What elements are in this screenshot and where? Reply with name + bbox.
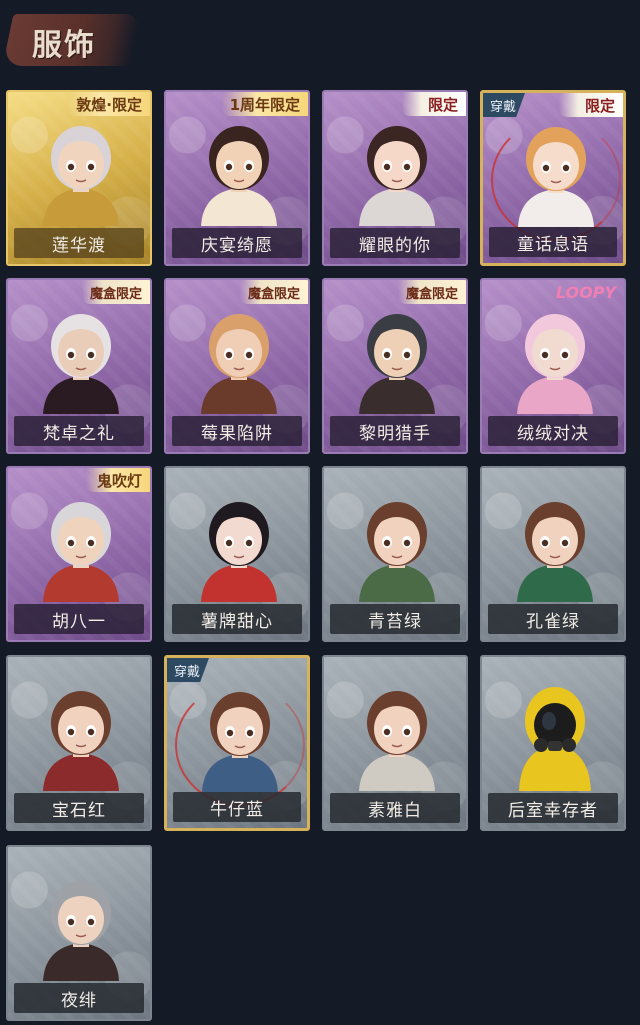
costume-name: 莓果陷阱: [172, 416, 302, 446]
costume-name: 夜绯: [14, 983, 144, 1013]
costume-card[interactable]: 青苔绿: [322, 466, 468, 642]
character-portrait-icon: [43, 126, 119, 226]
costume-name: 莲华渡: [14, 228, 144, 258]
costume-card[interactable]: 敦煌·限定莲华渡: [6, 90, 152, 266]
character-portrait-icon: [201, 502, 277, 602]
costume-name: 青苔绿: [330, 604, 460, 634]
costume-name: 童话息语: [489, 227, 617, 257]
limited-badge: 限定: [559, 93, 623, 117]
character-portrait-icon: [359, 691, 435, 791]
costume-card[interactable]: 后室幸存者: [480, 655, 626, 831]
limited-badge: 敦煌·限定: [68, 92, 150, 116]
character-portrait-icon: [517, 502, 593, 602]
costume-card[interactable]: 鬼吹灯胡八一: [6, 466, 152, 642]
limited-badge: 限定: [402, 92, 466, 116]
equipped-ring-decoration: [175, 684, 305, 806]
costume-card[interactable]: LOOPY 绒绒对决: [480, 278, 626, 454]
character-portrait-icon: [43, 314, 119, 414]
costume-name: 耀眼的你: [330, 228, 460, 258]
costume-card[interactable]: 魔盒限定黎明猎手: [322, 278, 468, 454]
equipped-ring-decoration: [491, 119, 621, 241]
costume-card[interactable]: 魔盒限定莓果陷阱: [164, 278, 310, 454]
costume-name: 牛仔蓝: [173, 792, 301, 822]
character-portrait-icon: [43, 881, 119, 981]
character-portrait-icon: [201, 314, 277, 414]
limited-badge: 1周年限定: [221, 92, 308, 116]
costume-name: 素雅白: [330, 793, 460, 823]
costume-card[interactable]: 孔雀绿: [480, 466, 626, 642]
character-portrait-icon: [43, 691, 119, 791]
costume-name: 薯牌甜心: [172, 604, 302, 634]
costume-name: 孔雀绿: [488, 604, 618, 634]
costume-name: 后室幸存者: [488, 793, 618, 823]
costume-card[interactable]: 素雅白: [322, 655, 468, 831]
costume-card[interactable]: 夜绯: [6, 845, 152, 1021]
costume-name: 宝石红: [14, 793, 144, 823]
costume-card[interactable]: 宝石红: [6, 655, 152, 831]
costume-card[interactable]: 限定耀眼的你: [322, 90, 468, 266]
hazmat-suit-icon: [519, 687, 591, 791]
limited-badge: 魔盒限定: [239, 280, 308, 304]
costume-card[interactable]: 薯牌甜心: [164, 466, 310, 642]
limited-badge: LOOPY: [555, 282, 616, 302]
costume-name: 绒绒对决: [488, 416, 618, 446]
costume-name: 梵卓之礼: [14, 416, 144, 446]
character-portrait-icon: [201, 126, 277, 226]
character-portrait-icon: [43, 502, 119, 602]
character-portrait-icon: [359, 314, 435, 414]
limited-badge: 魔盒限定: [397, 280, 466, 304]
costume-card[interactable]: 魔盒限定梵卓之礼: [6, 278, 152, 454]
limited-badge: 鬼吹灯: [86, 468, 150, 492]
costume-name: 胡八一: [14, 604, 144, 634]
limited-badge: 魔盒限定: [81, 280, 150, 304]
costume-name: 黎明猎手: [330, 416, 460, 446]
costume-card[interactable]: 1周年限定庆宴绮愿: [164, 90, 310, 266]
costume-name: 庆宴绮愿: [172, 228, 302, 258]
costume-card[interactable]: 穿戴 牛仔蓝: [164, 655, 310, 831]
costume-grid: 敦煌·限定 莲华渡 1周年限定 庆宴绮愿 限定 耀眼的你 穿戴 限定 童话息语 魔盒限定 梵卓之礼魔…: [0, 0, 640, 1025]
character-portrait-icon: [359, 502, 435, 602]
character-portrait-icon: [359, 126, 435, 226]
character-portrait-icon: [517, 314, 593, 414]
costume-card[interactable]: 穿戴 限定 童话息语: [480, 90, 626, 266]
